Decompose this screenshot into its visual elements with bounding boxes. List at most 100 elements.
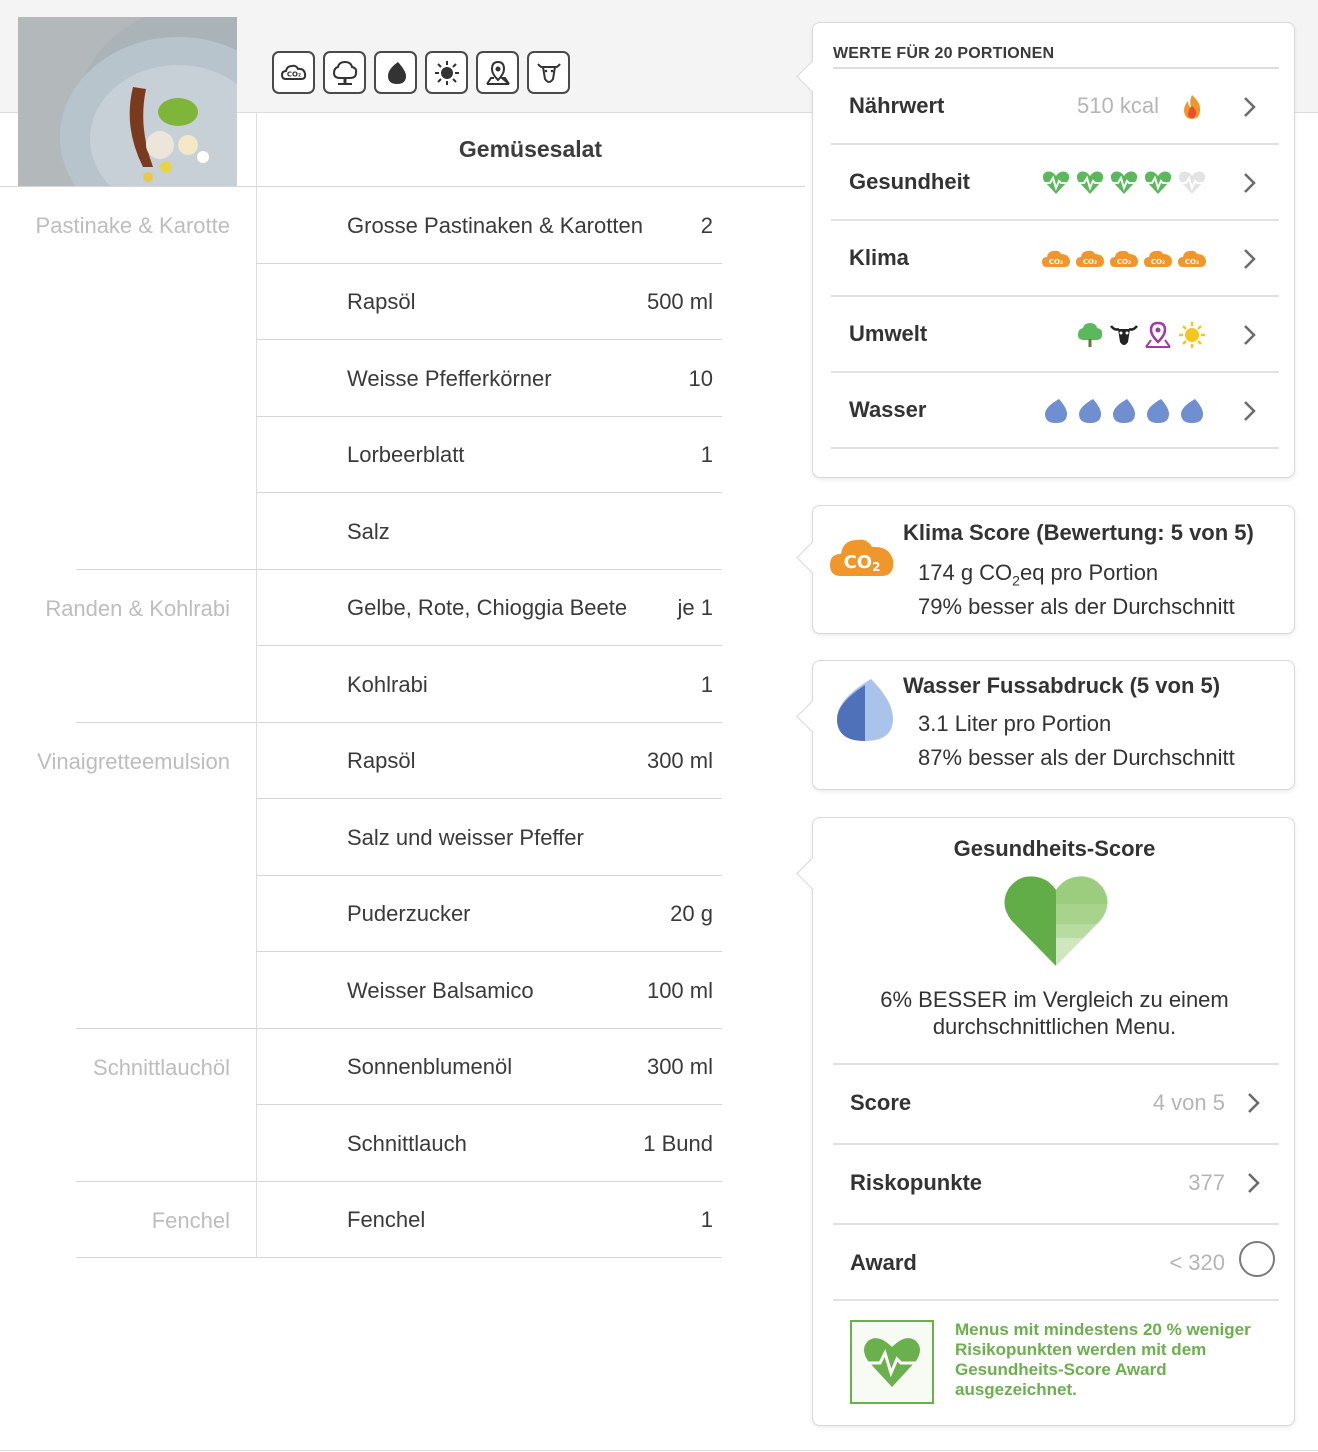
values-card-header: WERTE FÜR 20 PORTIONEN [833, 45, 1055, 62]
group-label-vinaigrette: Vinaigretteemulsion [37, 749, 230, 774]
ingredient-row: Rapsöl 500 ml [257, 264, 722, 340]
group-label-randen: Randen & Kohlrabi [45, 596, 230, 621]
ingredient-row: Salz und weisser Pfeffer [257, 800, 722, 876]
row-label: Gesundheit [849, 169, 971, 194]
ingredient-row: Schnittlauch 1 Bund [257, 1106, 722, 1182]
chevron-right-icon [1244, 249, 1256, 269]
ingredient-row: Kohlrabi 1 [257, 647, 722, 723]
group-divider [76, 1028, 256, 1029]
health-row-riskopunkte[interactable]: Riskopunkte 377 [833, 1143, 1279, 1223]
ingredient-row: Fenchel 1 [257, 1182, 722, 1258]
water-drop-icon [387, 61, 406, 84]
wasser-score-title: Wasser Fussabdruck (5 von 5) [903, 673, 1221, 698]
ingredient-name: Puderzucker [347, 901, 471, 926]
sun-icon [434, 60, 459, 85]
ingredient-qty: 500 ml [646, 289, 713, 314]
row-label: Umwelt [849, 321, 928, 346]
svg-text:CO₂: CO₂ [1117, 258, 1131, 266]
row-label: Riskopunkte [850, 1170, 983, 1195]
values-row-gesundheit[interactable]: Gesundheit [831, 145, 1279, 221]
water-filter-button[interactable] [374, 51, 417, 94]
water-drop-icon [1113, 399, 1135, 423]
ingredient-row: Weisser Balsamico 100 ml [257, 953, 722, 1029]
svg-text:CO₂: CO₂ [286, 70, 300, 78]
ingredient-name: Salz [347, 519, 390, 544]
heart-pulse-icon [1110, 171, 1138, 194]
klima-score-co2: 174 g CO2eq pro Portion [918, 560, 1158, 588]
health-row-score[interactable]: Score 4 von 5 [833, 1063, 1279, 1143]
location-filter-button[interactable] [476, 51, 519, 94]
wasser-liters: 3.1 Liter pro Portion [918, 711, 1112, 736]
health-score-card: Gesundheits-Score 6% BESSER im Vergleich… [796, 817, 1295, 1426]
bottom-divider [0, 1450, 1318, 1451]
water-drop-icon [1181, 399, 1203, 423]
ingredient-row: Lorbeerblatt 1 [257, 417, 722, 493]
health-row-award[interactable]: Award < 320 [833, 1223, 1279, 1301]
impact-icon-bar: CO₂ [272, 51, 570, 94]
tree-icon [1078, 323, 1103, 347]
wasser-score-card: Wasser Fussabdruck (5 von 5) 3.1 Liter p… [796, 660, 1295, 790]
environment-icons [1075, 321, 1207, 349]
kcal-value: 510 kcal [1077, 93, 1159, 118]
row-label: Nährwert [849, 93, 945, 118]
group-divider [76, 569, 256, 570]
ingredient-qty: 300 ml [646, 1054, 713, 1079]
recipe-image[interactable] [18, 17, 237, 186]
row-label: Score [850, 1090, 912, 1115]
values-row-naehrwert[interactable]: Nährwert 510 kcal [831, 69, 1279, 145]
ingredient-name: Weisser Balsamico [347, 978, 534, 1003]
ingredient-qty: 10 [688, 366, 713, 391]
ingredient-row: Weisse Pfefferkörner 10 [257, 341, 722, 417]
values-card: WERTE FÜR 20 PORTIONEN Nährwert 510 kcal… [796, 22, 1295, 478]
ingredient-row: Puderzucker 20 g [257, 876, 722, 952]
chevron-right-icon [1248, 1093, 1260, 1113]
sun-filter-button[interactable] [425, 51, 468, 94]
cow-icon [1110, 325, 1138, 345]
co2-pre-text: 174 g CO [918, 560, 1013, 585]
group-divider [76, 1257, 256, 1258]
group-label-schnittlauchoel: Schnittlauchöl [93, 1055, 230, 1080]
health-score-title: Gesundheits-Score [953, 836, 1156, 861]
award-note: Menus mit mindestens 20 % weniger Risiko… [955, 1320, 1251, 1399]
ingredient-row: Sonnenblumenöl 300 ml [257, 1029, 722, 1105]
chevron-right-icon [1244, 401, 1256, 421]
card-pointer [796, 857, 829, 890]
heart-pulse-icon [1144, 171, 1172, 194]
card-pointer [796, 700, 829, 733]
chevron-right-icon [1244, 325, 1256, 345]
heart-pulse-icon [1076, 171, 1104, 194]
values-row-wasser[interactable]: Wasser [831, 373, 1279, 449]
ingredient-name: Rapsöl [347, 289, 416, 314]
row-label: Klima [849, 245, 909, 270]
svg-text:CO₂: CO₂ [1049, 258, 1063, 266]
co2-cloud-icon: CO₂ [1144, 250, 1172, 267]
chevron-right-icon [1244, 97, 1256, 117]
co2-filter-button[interactable]: CO₂ [272, 51, 315, 94]
tree-filter-button[interactable] [323, 51, 366, 94]
ingredient-qty: 1 Bund [643, 1131, 713, 1156]
heart-pulse-icon [1042, 171, 1070, 194]
ingredient-name: Kohlrabi [347, 672, 428, 697]
flame-icon [1184, 95, 1201, 119]
chevron-right-icon [1248, 1173, 1260, 1193]
water-drop-icon [1079, 399, 1101, 423]
group-header-line [0, 186, 256, 187]
ingredient-row: Gelbe, Rote, Chioggia Beete je 1 [257, 570, 722, 646]
ingredient-qty: 20 g [670, 901, 713, 926]
ingredient-qty: 100 ml [646, 978, 713, 1003]
animal-filter-button[interactable] [527, 51, 570, 94]
ingredient-name: Lorbeerblatt [347, 442, 465, 467]
group-divider [76, 1181, 256, 1182]
group-label-fenchel: Fenchel [151, 1208, 230, 1233]
ingredient-row: Grosse Pastinaken & Karotten 2 [257, 188, 722, 264]
ingredient-name: Rapsöl [347, 748, 416, 773]
ingredient-name: Gelbe, Rote, Chioggia Beete [347, 595, 628, 620]
ingredient-name: Salz und weisser Pfeffer [347, 825, 584, 850]
values-row-umwelt[interactable]: Umwelt [831, 297, 1279, 373]
map-pin-icon [1145, 321, 1171, 348]
ingredient-qty: 2 [700, 213, 713, 238]
values-row-klima[interactable]: Klima CO₂ CO₂ CO₂ CO₂ CO₂ [831, 221, 1279, 297]
award-heart-pulse-icon [864, 1338, 920, 1387]
klima-score-title: Klima Score (Bewertung: 5 von 5) [903, 520, 1254, 545]
group-divider [76, 722, 256, 723]
